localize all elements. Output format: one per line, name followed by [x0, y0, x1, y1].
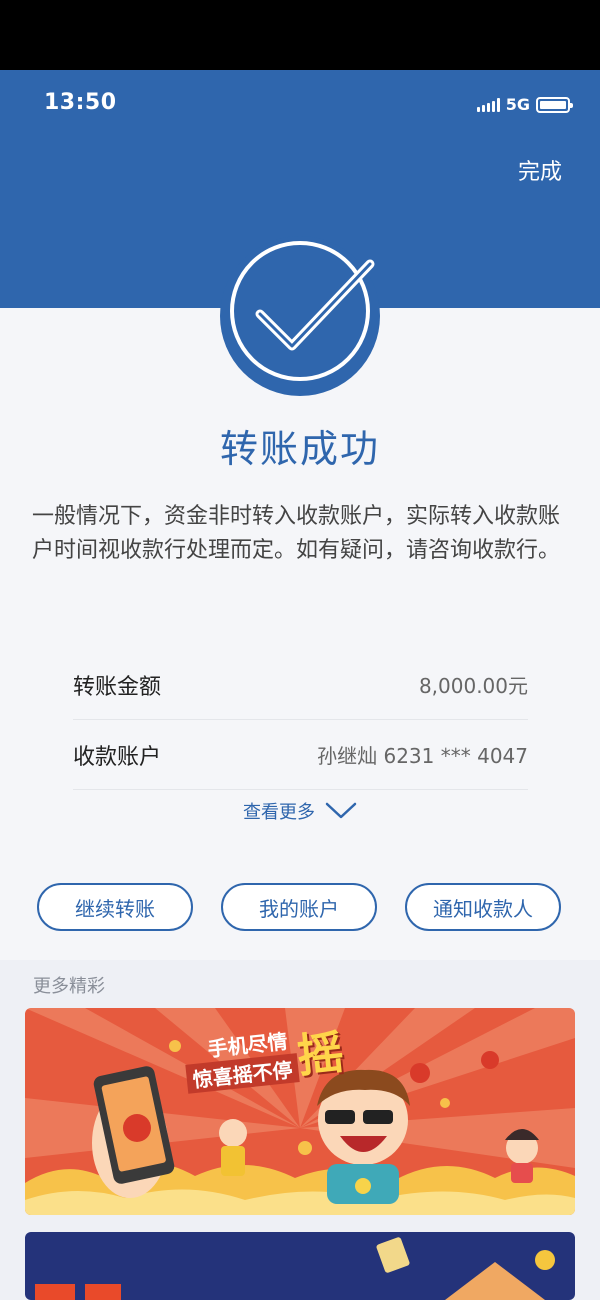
detail-label: 转账金额 [73, 674, 162, 700]
success-check-icon [220, 236, 380, 396]
promo-banner-shake[interactable]: 手机尽情 惊喜摇不停 摇 [25, 1008, 575, 1215]
detail-value: 孙继灿 6231 *** 4047 [317, 744, 528, 768]
detail-label: 收款账户 [73, 744, 162, 770]
result-description: 一般情况下，资金非时转入收款账户，实际转入收款账户时间视收款行处理而定。如有疑问… [32, 504, 561, 563]
status-indicators: 5G [476, 95, 573, 114]
banner-big-char: 摇 [294, 1024, 347, 1084]
view-more-label: 查看更多 [243, 802, 315, 823]
notify-payee-button[interactable]: 通知收款人 [405, 883, 561, 931]
status-time: 13:50 [44, 90, 117, 115]
detail-row-account: 收款账户 孙继灿 6231 *** 4047 [73, 720, 528, 790]
top-black-bar [0, 0, 600, 70]
content-area [0, 308, 600, 960]
banner2-illustration [35, 1237, 555, 1300]
view-more-link[interactable]: 查看更多 [0, 798, 600, 824]
continue-transfer-button[interactable]: 继续转账 [37, 883, 193, 931]
detail-value: 8,000.00元 [418, 674, 528, 698]
section-title: 更多精彩 [33, 976, 105, 997]
signal-icon [476, 97, 500, 112]
detail-row-amount: 转账金额 8,000.00元 [73, 650, 528, 720]
my-account-button[interactable]: 我的账户 [221, 883, 377, 931]
banner-text: 手机尽情 惊喜摇不停 [182, 1024, 300, 1094]
chevron-down-icon [325, 802, 357, 819]
network-label: 5G [505, 95, 530, 114]
promo-banner-secondary[interactable] [25, 1232, 575, 1300]
battery-icon [536, 96, 573, 113]
done-button[interactable]: 完成 [518, 154, 562, 186]
result-title: 转账成功 [219, 427, 380, 471]
